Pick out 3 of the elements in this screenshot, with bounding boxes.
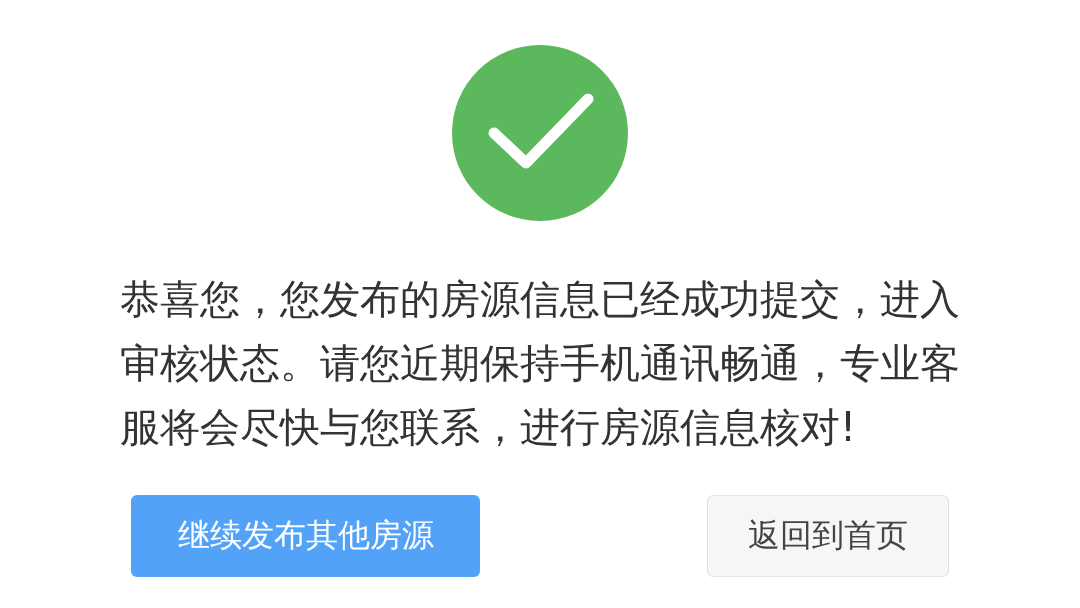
success-check-icon [452, 45, 628, 221]
success-message: 恭喜您，您发布的房源信息已经成功提交，进入审核状态。请您近期保持手机通讯畅通，专业客服将会尽快与您联系，进行房源信息核对! [119, 275, 961, 452]
action-button[interactable]: 返回到首页 [707, 495, 949, 577]
